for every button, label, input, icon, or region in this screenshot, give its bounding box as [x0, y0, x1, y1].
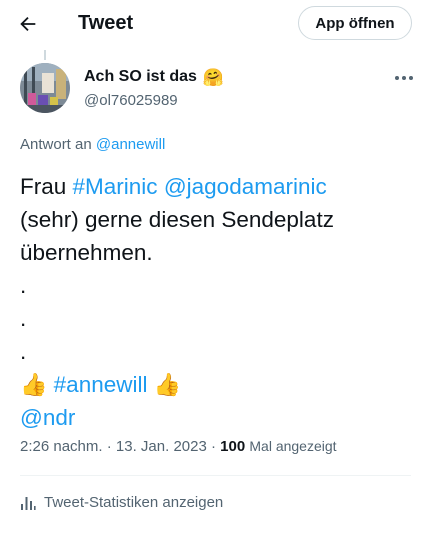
view-count-label: Mal angezeigt — [249, 438, 337, 454]
tweet-time[interactable]: 2:26 nachm. — [20, 438, 103, 455]
separator: · — [211, 438, 216, 455]
thread-connector — [44, 50, 46, 60]
tweet-line-mention: @ndr — [20, 401, 420, 434]
tweet-metadata: 2:26 nachm. · 13. Jan. 2023 · 100 Mal an… — [20, 438, 337, 455]
hashtag-link[interactable]: #Marinic — [73, 174, 158, 199]
view-count: 100 — [220, 438, 246, 455]
tweet-line-2: (sehr) gerne diesen Sendeplatz — [20, 207, 334, 232]
tweet-date[interactable]: 13. Jan. 2023 — [116, 438, 207, 455]
mention-link[interactable]: @jagodamarinic — [164, 174, 327, 199]
analytics-label: Tweet-Statistiken anzeigen — [44, 494, 224, 511]
author-display-name: Ach SO ist das — [84, 68, 197, 85]
tweet-dot-3: . — [20, 339, 27, 364]
tweet-line-hashtags: 👍 #annewill 👍 — [20, 368, 420, 401]
top-bar: Tweet App öffnen — [0, 0, 431, 48]
tweet-line-1: Frau #Marinic @jagodamarinic — [20, 170, 420, 203]
more-icon — [395, 76, 413, 80]
author-name[interactable]: Ach SO ist das 🤗 — [84, 68, 224, 86]
page-title: Tweet — [78, 12, 134, 34]
avatar[interactable] — [20, 63, 70, 113]
hugging-face-emoji: 🤗 — [202, 67, 225, 87]
mention-link[interactable]: @ndr — [20, 405, 75, 430]
tweet-analytics-link[interactable]: Tweet-Statistiken anzeigen — [20, 494, 223, 511]
tweet-text: Frau #Marinic @jagodamarinic (sehr) gern… — [20, 170, 420, 434]
bar-chart-icon — [21, 496, 36, 510]
hashtag-link[interactable]: #annewill — [54, 372, 148, 397]
tweet-dot-1: . — [20, 273, 27, 298]
arrow-left-icon — [20, 16, 36, 32]
back-button[interactable] — [14, 10, 42, 38]
reply-prefix: Antwort an — [20, 136, 96, 153]
thumbs-up-emoji: 👍 — [20, 372, 48, 397]
tweet-dot-2: . — [20, 306, 27, 331]
tweet-line-3: übernehmen. — [20, 240, 153, 265]
avatar-image — [20, 63, 70, 113]
tweet-text-prefix: Frau — [20, 174, 73, 199]
more-options-button[interactable] — [392, 68, 416, 88]
divider — [20, 475, 411, 476]
reply-context: Antwort an @annewill — [20, 136, 165, 153]
reply-mention-link[interactable]: @annewill — [96, 136, 165, 153]
thumbs-up-emoji: 👍 — [153, 372, 182, 397]
author-handle[interactable]: @ol76025989 — [84, 92, 178, 109]
separator: · — [106, 438, 112, 455]
open-app-button[interactable]: App öffnen — [298, 6, 412, 40]
